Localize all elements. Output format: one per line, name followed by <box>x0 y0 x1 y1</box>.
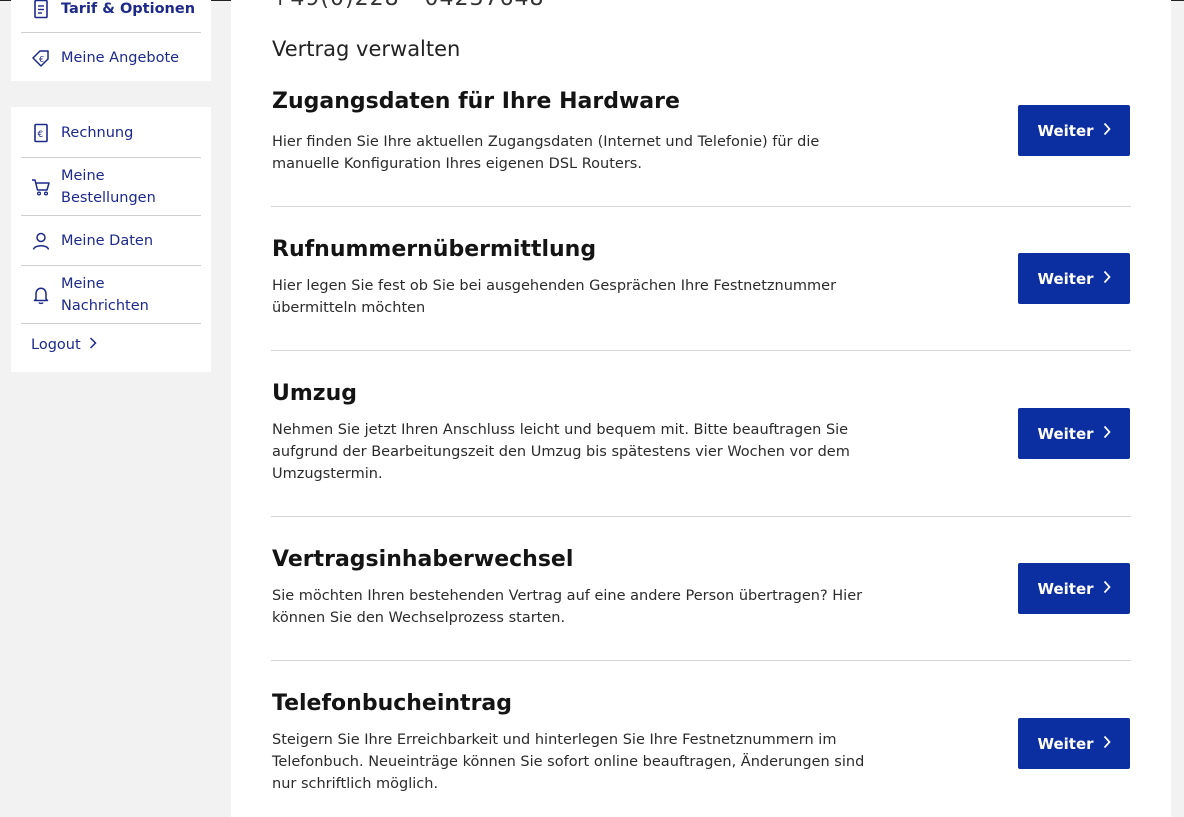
button-label: Weiter <box>1037 121 1094 140</box>
sidebar-item-meine-bestellungen[interactable]: Meine Bestellungen <box>21 165 201 209</box>
divider <box>271 206 1131 207</box>
sidebar-item-label: Meine Daten <box>61 233 154 249</box>
svg-text:€: € <box>39 55 44 64</box>
item-title: Zugangsdaten für Ihre Hardware <box>272 89 680 114</box>
divider <box>21 323 201 324</box>
user-icon <box>31 231 51 251</box>
sidebar-item-label: Rechnung <box>61 125 134 141</box>
section-title: Vertrag verwalten <box>272 37 461 61</box>
sidebar-item-label: Meine Bestellungen <box>61 168 156 206</box>
chevron-right-icon <box>1103 580 1111 598</box>
button-label: Weiter <box>1037 424 1094 443</box>
button-label: Weiter <box>1037 269 1094 288</box>
document-icon <box>31 0 51 19</box>
sidebar-item-label: Meine Nachrichten <box>61 276 149 314</box>
sidebar-card-account: € Rechnung Meine Bestellungen Meine Date… <box>11 107 211 372</box>
divider <box>271 660 1131 661</box>
logout-label: Logout <box>31 337 81 353</box>
sidebar-item-rechnung[interactable]: € Rechnung <box>21 122 201 144</box>
divider <box>21 32 201 33</box>
sidebar-item-tarif-optionen[interactable]: Tarif & Optionen <box>21 0 201 20</box>
chevron-right-icon <box>1103 425 1111 443</box>
weiter-button[interactable]: Weiter <box>1018 718 1130 769</box>
weiter-button[interactable]: Weiter <box>1018 105 1130 156</box>
sidebar-card-tariff: Tarif & Optionen € Meine Angebote <box>11 0 211 81</box>
logout-link[interactable]: Logout <box>31 337 97 353</box>
chevron-right-icon <box>1103 735 1111 753</box>
list-item-telefonbucheintrag: Telefonbucheintrag Steigern Sie Ihre Err… <box>271 691 1131 801</box>
divider <box>21 157 201 158</box>
svg-text:€: € <box>38 130 44 140</box>
divider <box>271 350 1131 351</box>
button-label: Weiter <box>1037 734 1094 753</box>
item-title: Rufnummernübermittlung <box>272 237 597 262</box>
item-description: Nehmen Sie jetzt Ihren Anschluss leicht … <box>272 422 850 482</box>
phone-number: +49(0)228 - 04237648 <box>271 0 544 11</box>
main-panel: +49(0)228 - 04237648 Vertrag verwalten Z… <box>231 0 1171 817</box>
item-title: Telefonbucheintrag <box>272 691 513 716</box>
list-item-zugangsdaten: Zugangsdaten für Ihre Hardware Hier find… <box>271 89 1131 179</box>
weiter-button[interactable]: Weiter <box>1018 408 1130 459</box>
item-title: Vertragsinhaberwechsel <box>272 547 574 572</box>
weiter-button[interactable]: Weiter <box>1018 253 1130 304</box>
list-item-rufnummernuebermittlung: Rufnummernübermittlung Hier legen Sie fe… <box>271 237 1131 327</box>
list-item-umzug: Umzug Nehmen Sie jetzt Ihren Anschluss l… <box>271 381 1131 491</box>
item-description: Sie möchten Ihren bestehenden Vertrag au… <box>272 588 863 626</box>
divider <box>21 265 201 266</box>
item-description: Hier legen Sie fest ob Sie bei ausgehend… <box>272 278 837 316</box>
bell-icon <box>31 285 51 305</box>
divider <box>271 516 1131 517</box>
sidebar-item-label: Tarif & Optionen <box>61 1 196 17</box>
button-label: Weiter <box>1037 579 1094 598</box>
chevron-right-icon <box>89 337 97 353</box>
sidebar-item-meine-nachrichten[interactable]: Meine Nachrichten <box>21 273 201 317</box>
item-description: Hier finden Sie Ihre aktuellen Zugangsda… <box>272 134 820 172</box>
invoice-euro-icon: € <box>31 123 51 143</box>
chevron-right-icon <box>1103 270 1111 288</box>
shopping-cart-icon <box>31 177 51 197</box>
weiter-button[interactable]: Weiter <box>1018 563 1130 614</box>
item-title: Umzug <box>272 381 358 406</box>
sidebar-item-meine-daten[interactable]: Meine Daten <box>21 230 201 252</box>
list-item-vertragsinhaberwechsel: Vertragsinhaberwechsel Sie möchten Ihren… <box>271 547 1131 637</box>
sidebar-item-label: Meine Angebote <box>61 50 180 66</box>
divider <box>21 215 201 216</box>
price-tag-euro-icon: € <box>31 48 51 68</box>
chevron-right-icon <box>1103 122 1111 140</box>
item-description: Steigern Sie Ihre Erreichbarkeit und hin… <box>272 732 865 792</box>
sidebar-item-meine-angebote[interactable]: € Meine Angebote <box>21 47 201 69</box>
